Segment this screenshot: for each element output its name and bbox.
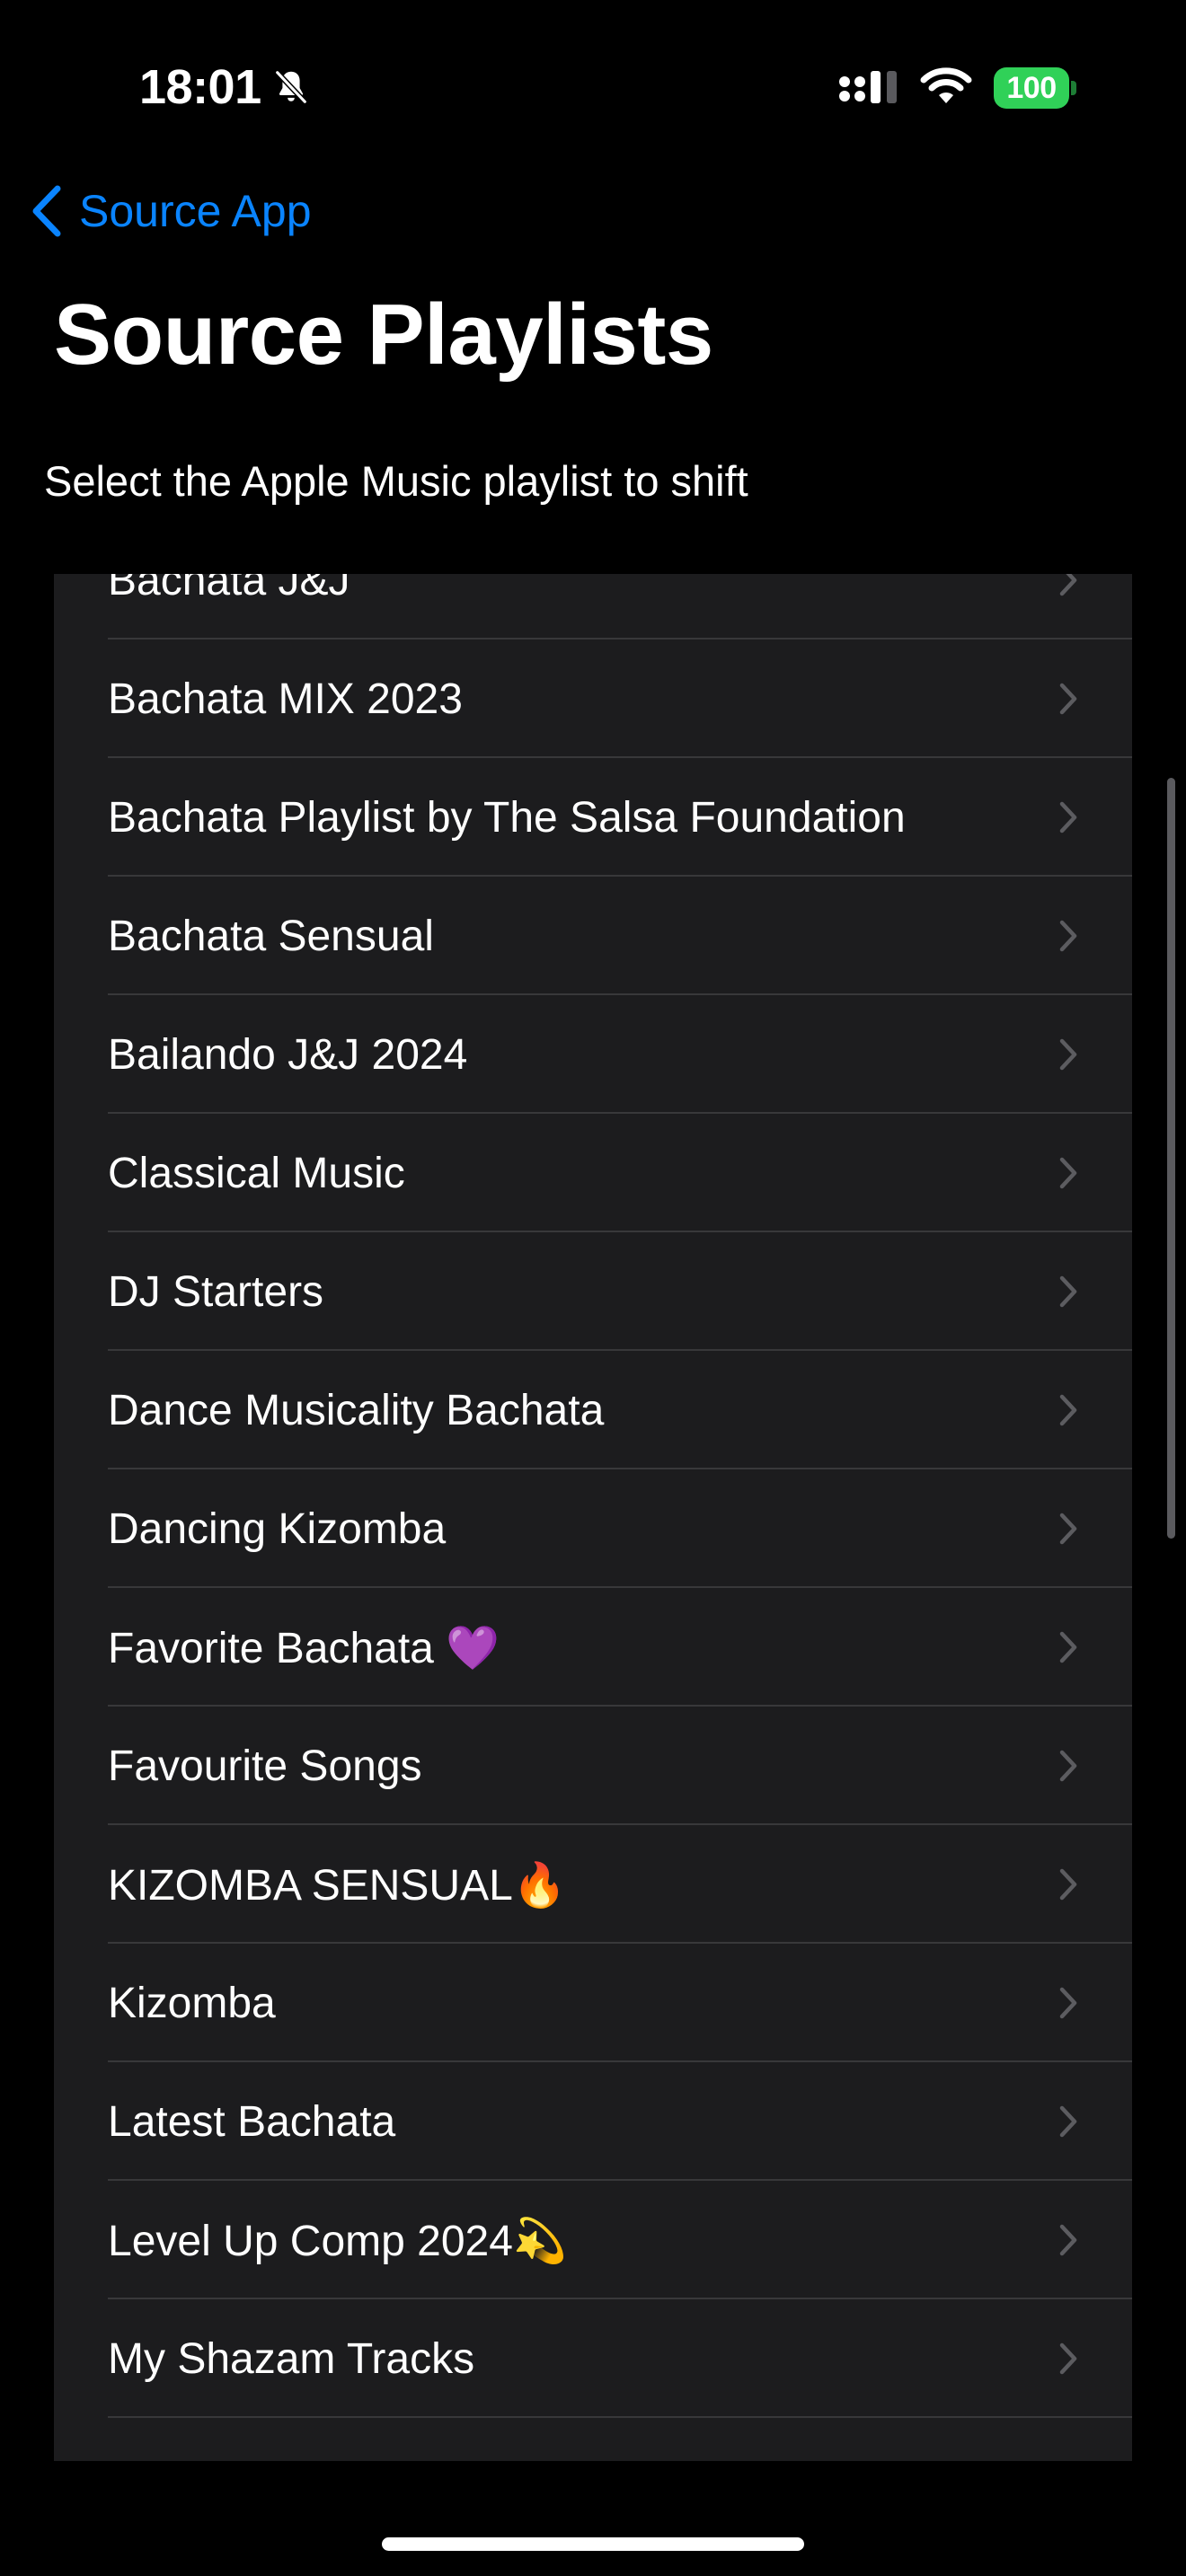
chevron-right-icon [1059,1987,1077,2019]
home-indicator[interactable] [382,2537,804,2551]
playlist-row[interactable]: KIZOMBA SENSUAL🔥 [54,1825,1132,1944]
playlist-row[interactable]: Bachata J&J [54,574,1132,640]
chevron-right-icon [1059,683,1077,715]
playlist-row[interactable]: Kizomba [54,1944,1132,2062]
battery-icon: 100 [994,67,1076,109]
playlist-row-label: Kizomba [108,1979,276,2027]
playlist-row-label: KIZOMBA SENSUAL🔥 [108,1861,567,1910]
chevron-right-icon [1059,1750,1077,1782]
battery-cap [1071,81,1076,95]
playlist-row[interactable]: Dance Musicality Bachata [54,1351,1132,1469]
playlist-row-label: Favorite Bachata 💜 [108,1624,500,1672]
wifi-icon [920,67,972,103]
chevron-right-icon [1059,2342,1077,2375]
chevron-right-icon [1059,920,1077,952]
playlist-row[interactable]: Classical Music [54,1114,1132,1232]
playlist-row-label: Dancing Kizomba [108,1504,447,1553]
playlist-row[interactable]: DJ Starters [54,1232,1132,1351]
back-button[interactable]: Source App [31,180,312,243]
playlist-row-label: Bachata MIX 2023 [108,675,463,723]
playlist-row[interactable]: Bachata Sensual [54,877,1132,995]
playlist-row-label: My Shazam Tracks [108,2334,475,2383]
playlist-row[interactable]: My Shazam Tracks [54,2299,1132,2418]
chevron-right-icon [1059,1157,1077,1189]
chevron-right-icon [1059,1275,1077,1308]
playlist-row[interactable]: Dancing Kizomba [54,1469,1132,1588]
chevron-right-icon [1059,1394,1077,1426]
playlist-list[interactable]: Bachata J&J Bachata MIX 2023 Bachata Playl… [54,574,1132,2461]
playlist-row-label: Level Up Comp 2024💫 [108,2217,567,2265]
back-button-label: Source App [79,186,312,236]
playlist-row-label: Latest Bachata [108,2097,396,2146]
status-indicators: 100 [837,61,1076,115]
chevron-right-icon [1059,574,1077,596]
battery-level: 100 [994,67,1069,109]
playlist-row[interactable]: Latest Bachata [54,2062,1132,2181]
chevron-right-icon [1059,801,1077,834]
playlist-row-label: Bachata J&J [108,574,350,604]
page-subtitle: Select the Apple Music playlist to shift [44,457,748,505]
playlist-row[interactable]: Bachata Playlist by The Salsa Foundation [54,758,1132,877]
playlist-row-label: DJ Starters [108,1267,324,1316]
playlist-row-label: Bachata Sensual [108,912,434,960]
playlist-row-label: Dance Musicality Bachata [108,1386,605,1434]
chevron-right-icon [1059,1631,1077,1663]
playlist-row-label: Favourite Songs [108,1742,422,1790]
status-time: 18:01 [139,60,261,114]
bell-slash-icon [274,69,308,105]
status-time-group: 18:01 [139,56,312,119]
playlist-row[interactable]: Favourite Songs [54,1707,1132,1825]
playlist-row-label: Bailando J&J 2024 [108,1030,468,1079]
scrollbar[interactable] [1167,778,1175,1539]
playlist-row-label: Bachata Playlist by The Salsa Foundation [108,793,906,842]
chevron-right-icon [1059,1868,1077,1901]
page-title: Source Playlists [54,287,713,383]
chevron-right-icon [1059,2105,1077,2138]
chevron-right-icon [1059,1513,1077,1545]
playlist-row-label: Classical Music [108,1149,405,1197]
status-bar: 18:01 100 [0,0,1186,171]
chevron-left-icon [32,185,61,237]
playlist-list-items: Bachata J&J Bachata MIX 2023 Bachata Playl… [54,574,1132,2418]
chevron-right-icon [1059,1038,1077,1071]
playlist-row[interactable]: Bachata MIX 2023 [54,640,1132,758]
playlist-row[interactable]: Level Up Comp 2024💫 [54,2181,1132,2299]
playlist-row[interactable]: Favorite Bachata 💜 [54,1588,1132,1707]
cellular-signal-icon [839,71,897,103]
playlist-row[interactable]: Bailando J&J 2024 [54,995,1132,1114]
chevron-right-icon [1059,2224,1077,2256]
